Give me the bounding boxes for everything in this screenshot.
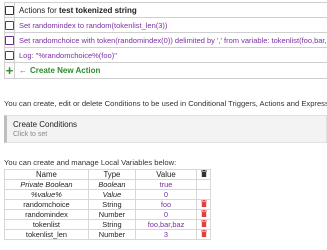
action-checkbox-cell[interactable]: [4, 17, 15, 33]
create-new-action-link[interactable]: ← Create New Action: [13, 62, 327, 79]
action-text[interactable]: Set randomindex to random(tokenlist_len(…: [13, 17, 327, 33]
variable-value[interactable]: 3: [134, 229, 198, 240]
variables-table: Name Type Value Private Boolean Boolean …: [4, 169, 211, 240]
delete-variable-button[interactable]: [196, 209, 211, 220]
variable-name: tokenlist: [4, 219, 89, 230]
delete-variable-button[interactable]: [196, 229, 211, 240]
trash-icon[interactable]: [200, 220, 207, 227]
variable-value[interactable]: foo: [134, 199, 198, 210]
variables-intro-text: You can create and manage Local Variable…: [4, 158, 177, 167]
arrow-left-icon: ←: [19, 66, 27, 75]
select-all-checkbox-cell[interactable]: [4, 2, 15, 18]
action-row[interactable]: Log: "%randomchoice%(foo)": [4, 47, 327, 63]
create-conditions-title: Create Conditions: [13, 120, 78, 129]
delete-all-column[interactable]: [196, 169, 211, 180]
variable-name: Private Boolean: [4, 179, 89, 190]
column-header-type: Type: [87, 169, 136, 180]
actions-header-row: Actions for test tokenized string: [4, 2, 327, 18]
action-text[interactable]: Set randomchoice with token(randomindex(…: [13, 32, 327, 48]
actions-header: Actions for test tokenized string: [13, 2, 327, 18]
variable-value[interactable]: 0: [134, 189, 198, 200]
action-checkbox[interactable]: [5, 20, 14, 30]
trash-icon[interactable]: [200, 230, 207, 237]
trash-icon[interactable]: [200, 200, 207, 207]
variable-type: String: [87, 219, 136, 230]
variable-action-cell: [196, 189, 211, 200]
action-row[interactable]: Set randomchoice with token(randomindex(…: [4, 32, 327, 48]
create-new-action-label: Create New Action: [30, 66, 101, 75]
conditions-intro-text: You can create, edit or delete Condition…: [4, 99, 327, 108]
variable-row[interactable]: tokenlist_len Number 3: [4, 229, 211, 240]
action-checkbox[interactable]: [5, 50, 14, 60]
actions-header-name: test tokenized string: [59, 5, 137, 15]
action-row[interactable]: Set randomindex to random(tokenlist_len(…: [4, 17, 327, 33]
add-action-button[interactable]: +: [4, 62, 15, 79]
create-conditions-button[interactable]: Create Conditions Click to set: [4, 115, 327, 143]
variable-name: randomindex: [4, 209, 89, 220]
column-header-name: Name: [4, 169, 89, 180]
variable-row[interactable]: tokenlist String foo,bar,baz: [4, 219, 211, 230]
create-conditions-subtitle: Click to set: [13, 131, 48, 138]
actions-table: Actions for test tokenized string Set ra…: [4, 2, 327, 79]
variable-value[interactable]: 0: [134, 209, 198, 220]
variable-row[interactable]: randomchoice String foo: [4, 199, 211, 210]
variable-value[interactable]: true: [134, 179, 198, 190]
variable-type: String: [87, 199, 136, 210]
variable-row[interactable]: Private Boolean Boolean true: [4, 179, 211, 190]
delete-variable-button[interactable]: [196, 199, 211, 210]
variable-action-cell: [196, 179, 211, 190]
actions-header-prefix: Actions for: [19, 5, 60, 15]
variable-name: %value%: [4, 189, 89, 200]
variable-type: Boolean: [87, 179, 136, 190]
new-action-row[interactable]: + ← Create New Action: [4, 62, 327, 79]
variable-type: Value: [87, 189, 136, 200]
variable-type: Number: [87, 209, 136, 220]
action-checkbox[interactable]: [5, 35, 14, 45]
variables-header-row: Name Type Value: [4, 169, 211, 180]
variable-type: Number: [87, 229, 136, 240]
variable-value[interactable]: foo,bar,baz: [134, 219, 198, 230]
trash-icon[interactable]: [200, 170, 207, 177]
variable-row[interactable]: %value% Value 0: [4, 189, 211, 200]
variable-row[interactable]: randomindex Number 0: [4, 209, 211, 220]
column-header-value: Value: [134, 169, 198, 180]
variable-name: randomchoice: [4, 199, 89, 210]
plus-icon: +: [5, 63, 14, 78]
action-checkbox-cell[interactable]: [4, 32, 15, 48]
action-checkbox-cell[interactable]: [4, 47, 15, 63]
select-all-checkbox[interactable]: [5, 5, 14, 15]
trash-icon[interactable]: [200, 210, 207, 217]
variable-name: tokenlist_len: [4, 229, 89, 240]
delete-variable-button[interactable]: [196, 219, 211, 230]
action-text[interactable]: Log: "%randomchoice%(foo)": [13, 47, 327, 63]
